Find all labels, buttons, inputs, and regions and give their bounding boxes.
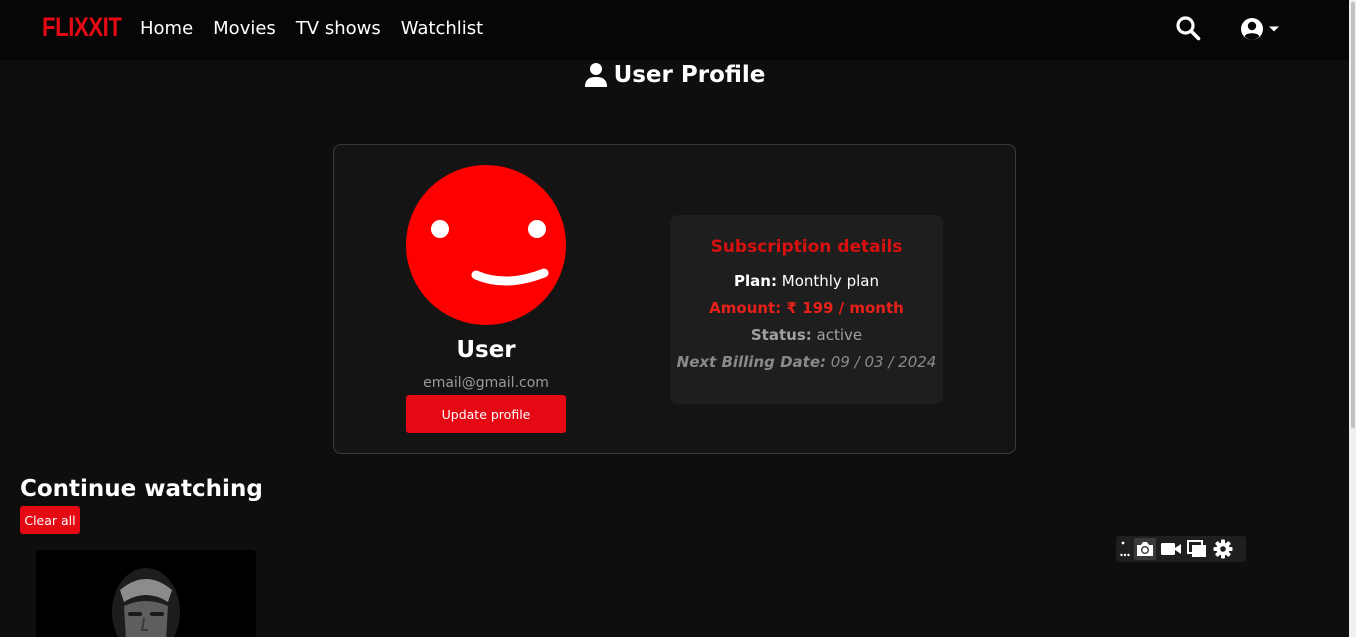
avatar [406,165,566,325]
subscription-box: Subscription details Plan: Monthly plan … [670,215,943,404]
plan-value: Monthly plan [781,272,879,290]
billing-value: 09 / 03 / 2024 [830,353,937,371]
screenshot-button[interactable] [1134,538,1156,560]
nav-link-home[interactable]: Home [140,18,193,39]
scrollbar-thumb[interactable] [1351,2,1355,428]
amount-value: ₹ 199 / month [786,299,904,317]
record-button[interactable] [1160,538,1182,560]
subscription-plan: Plan: Monthly plan [670,272,943,290]
profile-username: User [456,337,516,363]
account-menu-button[interactable] [1240,16,1284,42]
nav-link-watchlist[interactable]: Watchlist [401,18,483,39]
continue-watching-title: Continue watching [20,476,263,502]
settings-button[interactable] [1212,538,1234,560]
navbar: FLIXXIT Home Movies TV shows Watchlist [0,0,1349,60]
profile-card: User email@gmail.com Update profile Subs… [333,144,1016,454]
gear-icon [1213,539,1233,559]
camera-icon [1137,542,1153,556]
movie-poster [36,550,256,637]
movie-card[interactable] [36,550,256,637]
plan-label: Plan: [734,272,777,290]
profile-email: email@gmail.com [423,375,549,391]
page-title: User Profile [0,62,1349,88]
subscription-title: Subscription details [710,237,903,257]
amount-label: Amount: [709,299,782,317]
clear-all-button[interactable]: Clear all [20,506,80,534]
window-icon [1187,540,1206,557]
user-circle-icon [1241,18,1263,40]
capture-toolbar [1116,536,1246,562]
page-title-text: User Profile [613,62,766,88]
subscription-billing-date: Next Billing Date: 09 / 03 / 2024 [670,353,943,371]
brand-logo[interactable]: FLIXXIT [42,12,122,43]
more-dots-icon[interactable] [1120,538,1130,560]
billing-label: Next Billing Date: [676,353,827,371]
subscription-amount: Amount: ₹ 199 / month [670,299,943,317]
status-value: active [816,326,863,344]
window-capture-button[interactable] [1186,538,1208,560]
caret-down-icon [1269,26,1279,32]
update-profile-button[interactable]: Update profile [406,395,566,433]
nav-link-movies[interactable]: Movies [213,18,276,39]
search-icon [1176,16,1201,41]
subscription-status: Status: active [670,326,943,344]
user-icon [584,63,607,87]
status-label: Status: [750,326,812,344]
nav-links: Home Movies TV shows Watchlist [140,18,483,39]
search-button[interactable] [1175,15,1201,41]
video-camera-icon [1161,543,1181,555]
nav-link-tv-shows[interactable]: TV shows [296,18,381,39]
